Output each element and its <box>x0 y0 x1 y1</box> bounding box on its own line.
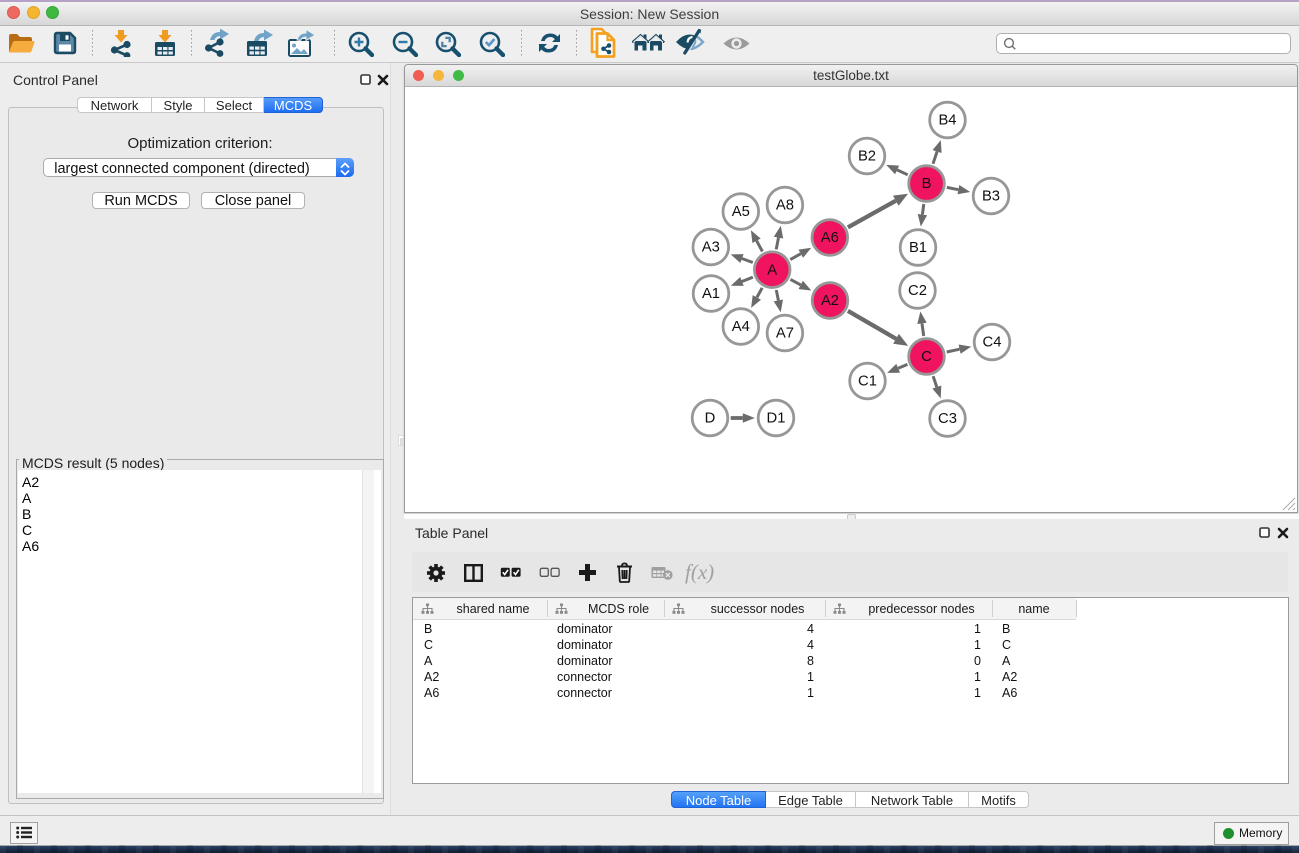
svg-text:B3: B3 <box>982 189 1000 205</box>
svg-text:C4: C4 <box>983 335 1002 351</box>
svg-text:D1: D1 <box>767 411 786 427</box>
svg-text:C1: C1 <box>858 374 877 390</box>
svg-text:B: B <box>922 176 932 192</box>
svg-text:A1: A1 <box>702 286 720 302</box>
svg-text:A2: A2 <box>821 293 839 309</box>
svg-text:A: A <box>767 262 777 278</box>
svg-text:D: D <box>705 411 716 427</box>
svg-text:C3: C3 <box>938 411 957 427</box>
svg-text:B2: B2 <box>858 149 876 165</box>
svg-text:C: C <box>921 349 932 365</box>
svg-text:C2: C2 <box>908 283 927 299</box>
svg-text:A6: A6 <box>821 230 839 246</box>
svg-text:A7: A7 <box>776 326 794 342</box>
svg-text:A3: A3 <box>702 240 720 256</box>
svg-text:A4: A4 <box>732 319 750 335</box>
svg-text:A5: A5 <box>732 204 750 220</box>
svg-text:A8: A8 <box>776 198 794 214</box>
svg-text:B4: B4 <box>938 113 956 129</box>
svg-text:B1: B1 <box>909 240 927 256</box>
